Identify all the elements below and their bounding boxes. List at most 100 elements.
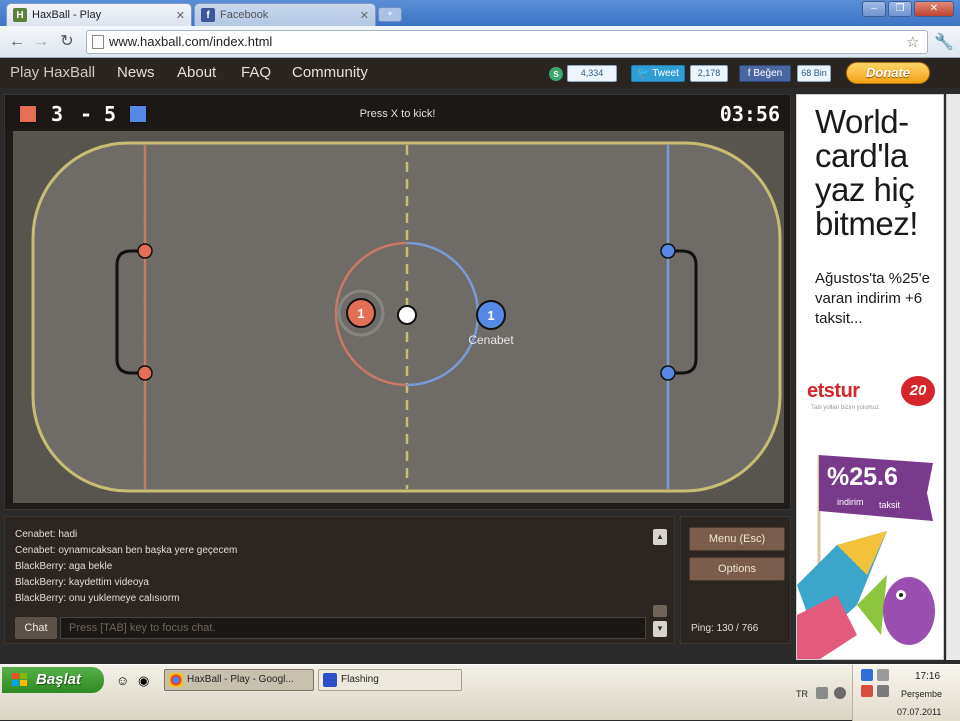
blue-goal-post-bottom bbox=[660, 365, 676, 381]
blue-player-number: 1 bbox=[487, 308, 494, 323]
page-icon bbox=[92, 35, 104, 49]
new-tab-button[interactable]: + bbox=[378, 7, 402, 22]
blue-player-name: Cenabet bbox=[468, 333, 514, 347]
wrench-icon[interactable]: 🔧 bbox=[934, 32, 954, 52]
window-close-icon[interactable]: ✕ bbox=[914, 1, 954, 17]
network-icon[interactable] bbox=[861, 669, 873, 681]
start-label: Başlat bbox=[36, 671, 82, 688]
chat-message: Cenabet: oynamıcaksan ben başka yere geç… bbox=[15, 545, 238, 556]
reload-icon[interactable]: ↻ bbox=[56, 31, 78, 53]
chat-input[interactable]: Press [TAB] key to focus chat. bbox=[60, 617, 646, 639]
chat-scroll-up-icon[interactable]: ▲ bbox=[653, 529, 667, 545]
chat-scroll-down-icon[interactable]: ▼ bbox=[653, 621, 667, 637]
red-goal-post-bottom bbox=[137, 365, 153, 381]
advertisement[interactable]: World-card'la yaz hiç bitmez! Ağustos'ta… bbox=[796, 94, 944, 660]
url-text: www.haxball.com/index.html bbox=[109, 34, 273, 49]
facebook-favicon-icon: f bbox=[201, 8, 215, 22]
close-icon[interactable]: ✕ bbox=[176, 9, 185, 22]
clock-time[interactable]: 17:16 bbox=[915, 671, 940, 682]
keyboard-icon[interactable] bbox=[816, 687, 828, 699]
promo-rate: %25.6 bbox=[827, 463, 898, 491]
game-side-menu: Menu (Esc) Options Ping: 130 / 766 bbox=[680, 516, 791, 644]
windows-taskbar: Başlat ☺ ◉ HaxBall - Play - Googl... Fla… bbox=[0, 664, 960, 721]
options-button[interactable]: Options bbox=[689, 557, 785, 581]
svg-text:S: S bbox=[553, 70, 559, 79]
nav-news[interactable]: News bbox=[117, 64, 155, 81]
help-icon[interactable] bbox=[834, 687, 846, 699]
nav-faq[interactable]: FAQ bbox=[241, 64, 271, 81]
tab-haxball[interactable]: H HaxBall - Play ✕ bbox=[6, 3, 192, 26]
speaker-icon[interactable] bbox=[877, 685, 889, 697]
close-icon[interactable]: ✕ bbox=[360, 9, 369, 22]
windows-logo-icon bbox=[12, 673, 27, 686]
menu-button[interactable]: Menu (Esc) bbox=[689, 527, 785, 551]
system-tray: 17:16 Perşembe 07.07.2011 bbox=[852, 665, 960, 721]
tweet-count: 2,178 bbox=[690, 65, 728, 82]
forward-arrow-icon[interactable]: → bbox=[30, 31, 52, 53]
tab-title: Facebook bbox=[220, 9, 269, 21]
ad-subtext: Ağustos'ta %25'e varan indirim +6 taksit… bbox=[815, 270, 930, 327]
tab-facebook[interactable]: f Facebook ✕ bbox=[194, 3, 376, 26]
match-timer: 03:56 bbox=[719, 102, 780, 126]
tab-title: HaxBall - Play bbox=[32, 9, 102, 21]
game-panel: 3 - 5 Press X to kick! 03:56 1 1 Cenabet bbox=[4, 94, 791, 510]
clock-date: 07.07.2011 bbox=[897, 707, 942, 717]
messenger-icon[interactable]: ☺ bbox=[116, 673, 129, 688]
taskbar-item-label: HaxBall - Play - Googl... bbox=[187, 674, 294, 685]
ad-promo-graphic: %25.6 indirim taksit bbox=[797, 455, 935, 659]
haxball-favicon-icon: H bbox=[13, 8, 27, 22]
antivirus-icon[interactable] bbox=[861, 685, 873, 697]
bookmark-star-icon[interactable]: ☆ bbox=[906, 33, 919, 51]
window-controls: – ❐ ✕ bbox=[862, 1, 954, 17]
chat-label: Chat bbox=[15, 617, 57, 639]
address-bar[interactable]: www.haxball.com/index.html bbox=[86, 30, 928, 54]
mascot-pupil bbox=[899, 593, 903, 597]
tweet-label: Tweet bbox=[652, 68, 679, 79]
game-field[interactable]: 1 1 Cenabet bbox=[13, 131, 784, 503]
like-button[interactable]: f Beğen bbox=[739, 65, 791, 82]
promo-label-indirim: indirim bbox=[837, 497, 864, 507]
blue-goal-post-top bbox=[660, 243, 676, 259]
monitor-icon[interactable] bbox=[877, 669, 889, 681]
language-indicator[interactable]: TR bbox=[796, 689, 808, 699]
minimize-icon[interactable]: – bbox=[862, 1, 886, 17]
chat-panel: Cenabet: hadi Cenabet: oynamıcaksan ben … bbox=[4, 516, 675, 644]
chat-message: BlackBerry: kaydettim videoya bbox=[15, 577, 149, 588]
taskbar-item-flashing[interactable]: Flashing bbox=[318, 669, 462, 691]
chrome-quicklaunch-icon[interactable]: ◉ bbox=[138, 673, 149, 689]
browser-tab-bar: H HaxBall - Play ✕ f Facebook ✕ + – ❐ ✕ bbox=[0, 0, 960, 26]
nav-play-haxball[interactable]: Play HaxBall bbox=[10, 64, 95, 81]
donate-button[interactable]: Donate bbox=[846, 62, 930, 84]
nav-community[interactable]: Community bbox=[292, 64, 368, 81]
page-scrollbar[interactable] bbox=[946, 94, 960, 660]
tweet-button[interactable]: 🐦 Tweet bbox=[631, 65, 685, 82]
chrome-icon bbox=[169, 673, 183, 687]
chat-message: Cenabet: hadi bbox=[15, 529, 78, 540]
chat-message: BlackBerry: aga bekle bbox=[15, 561, 113, 572]
chat-message: BlackBerry: onu yuklemeye calısıorm bbox=[15, 593, 180, 604]
browser-toolbar: ← → ↻ www.haxball.com/index.html ☆ 🔧 bbox=[0, 26, 960, 58]
taskbar-item-chrome[interactable]: HaxBall - Play - Googl... bbox=[164, 669, 314, 691]
share-icon[interactable]: S bbox=[548, 66, 564, 82]
back-arrow-icon[interactable]: ← bbox=[6, 31, 28, 53]
taskbar-item-label: Flashing bbox=[341, 674, 379, 685]
promo-label-taksit: taksit bbox=[879, 500, 901, 510]
red-player-number: 1 bbox=[357, 306, 364, 321]
clock-day: Perşembe bbox=[901, 689, 943, 699]
kick-hint: Press X to kick! bbox=[359, 108, 436, 120]
site-header: Play HaxBall News About FAQ Community S … bbox=[0, 58, 960, 88]
scoreboard: 3 - 5 Press X to kick! 03:56 bbox=[5, 95, 790, 131]
restore-icon[interactable]: ❐ bbox=[888, 1, 912, 17]
nav-about[interactable]: About bbox=[177, 64, 216, 81]
start-button[interactable]: Başlat bbox=[2, 667, 104, 693]
ad-brand: etstur bbox=[807, 380, 860, 402]
ad-brand-badge: 20 bbox=[901, 376, 935, 406]
ping-readout: Ping: 130 / 766 bbox=[691, 623, 759, 634]
app-icon bbox=[323, 673, 337, 687]
red-goal-post-top bbox=[137, 243, 153, 259]
chat-scroll-thumb[interactable] bbox=[653, 605, 667, 617]
like-count: 68 Bin bbox=[797, 65, 831, 82]
ad-tagline: Tatil yolları bizim yolumuz bbox=[811, 405, 880, 411]
ball bbox=[397, 305, 417, 325]
share-count: 4,334 bbox=[567, 65, 617, 82]
